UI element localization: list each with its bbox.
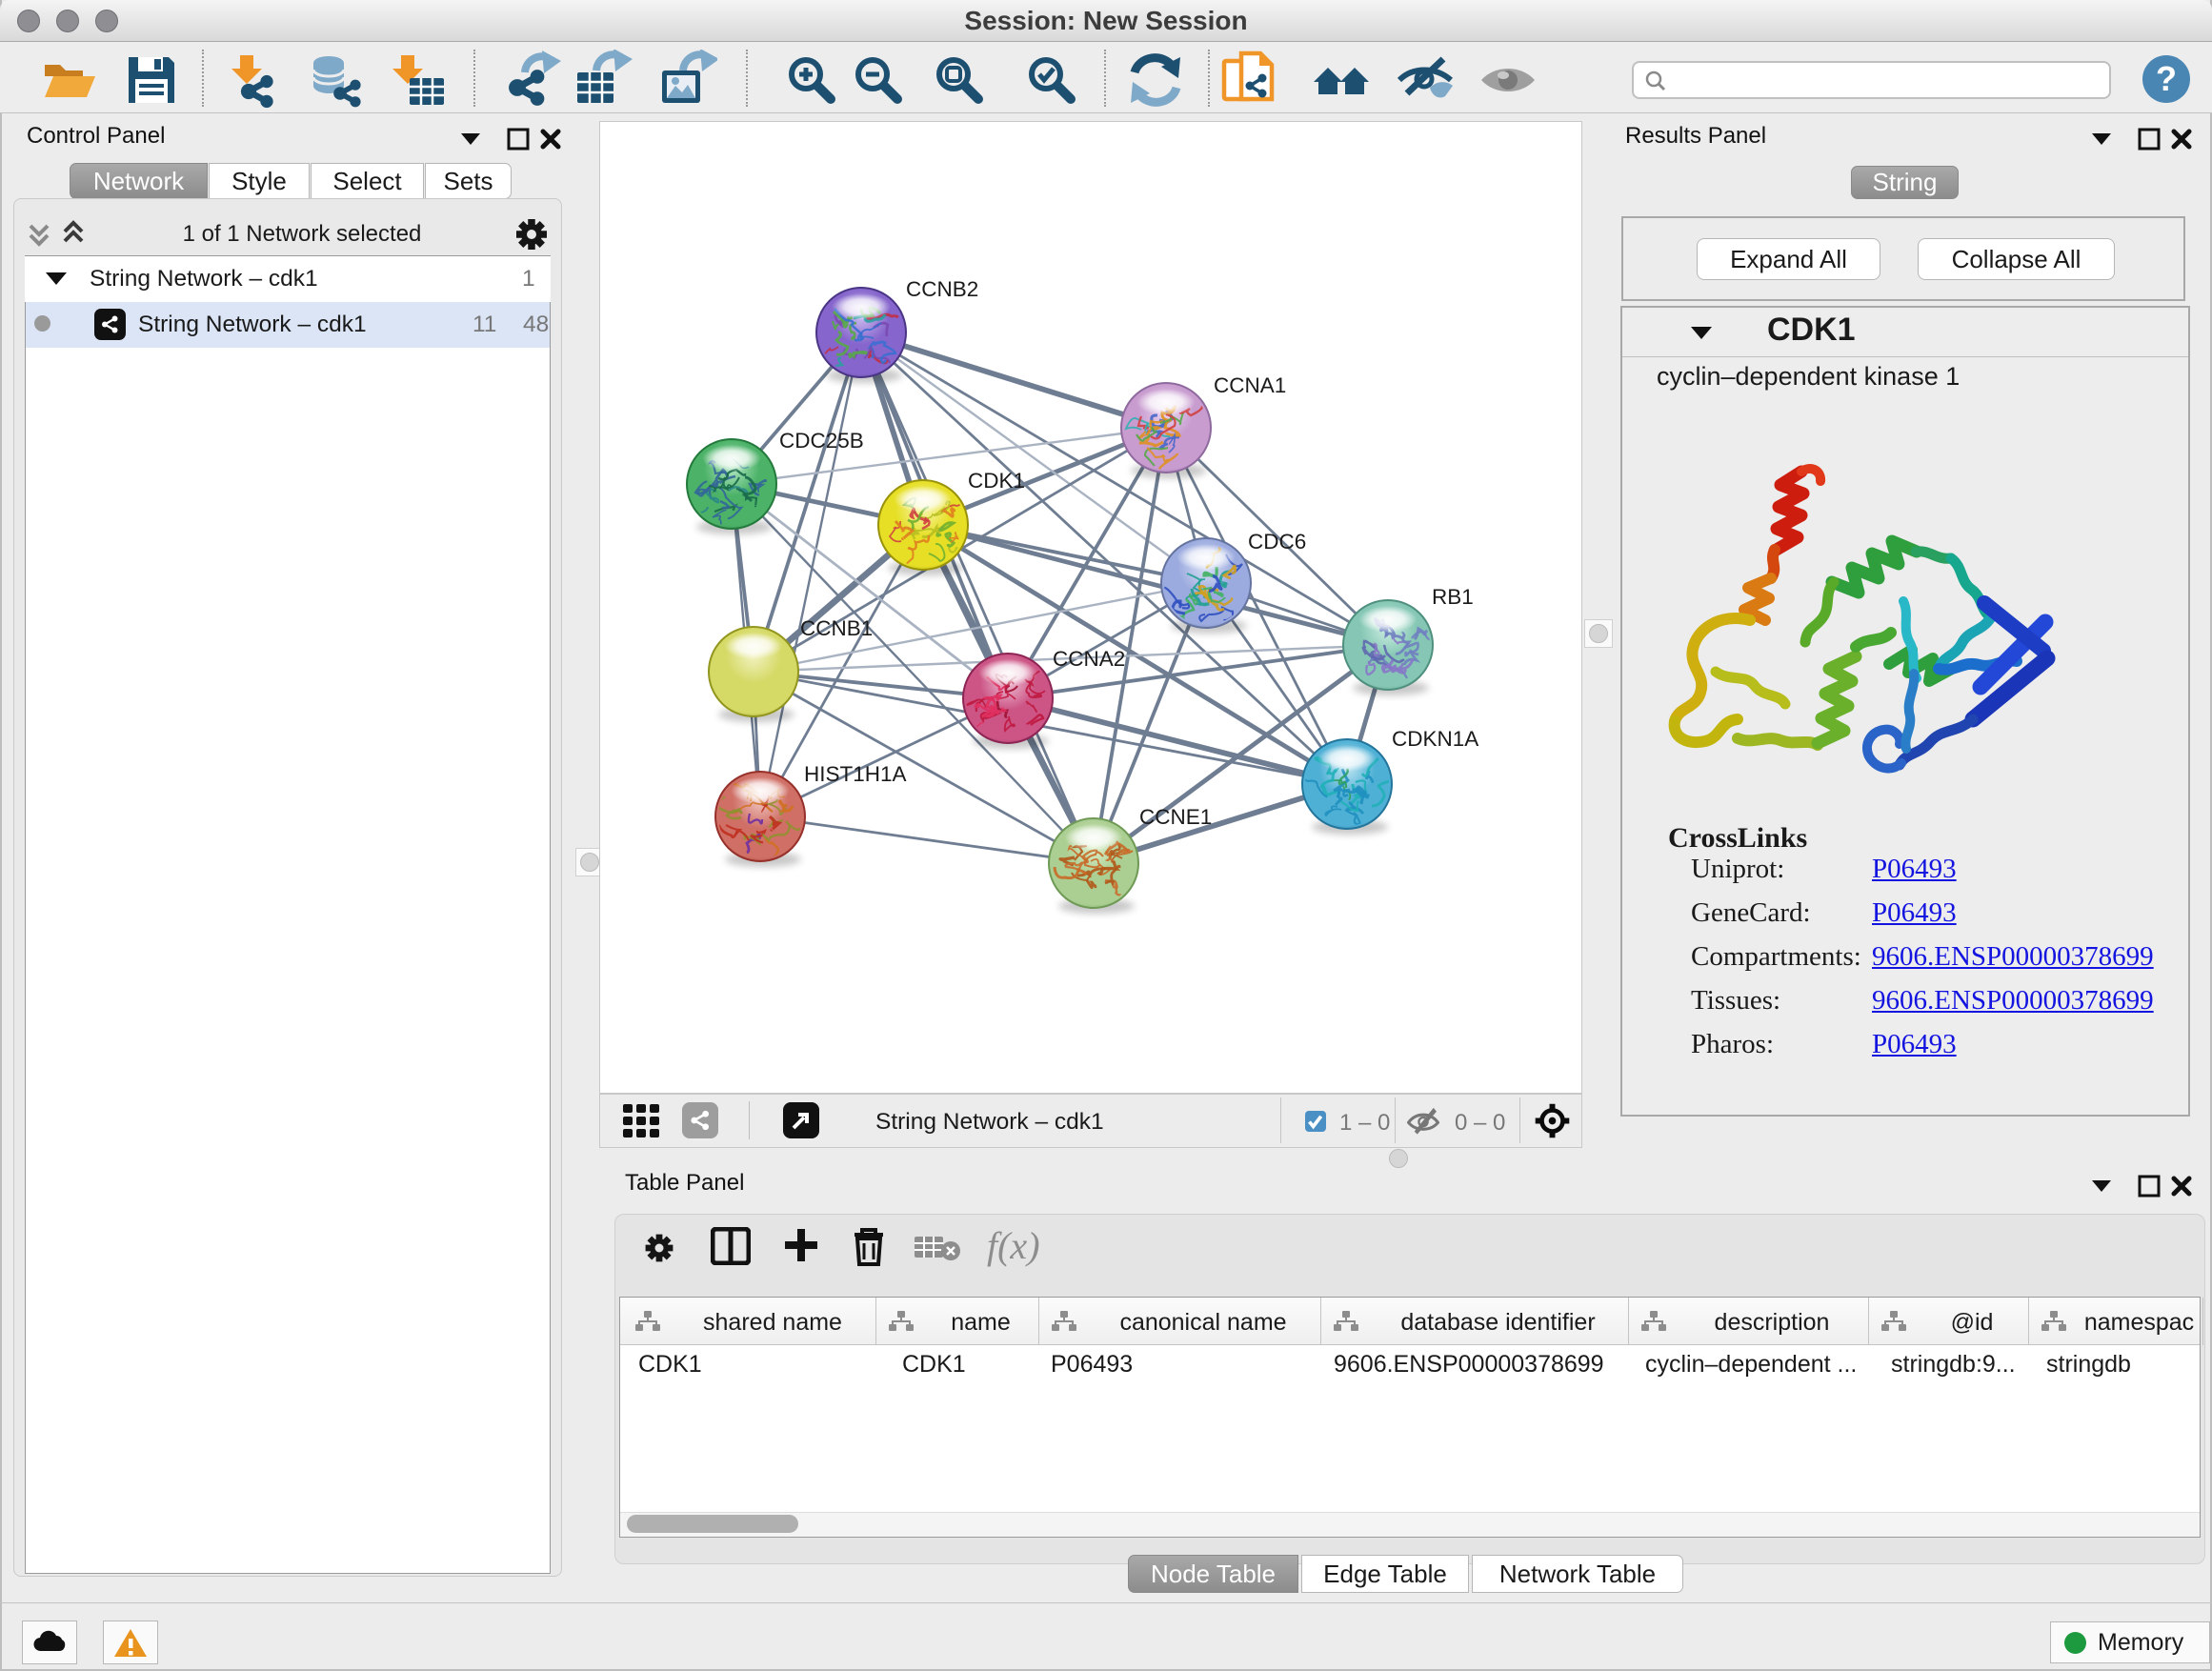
svg-text:CDK1: CDK1 xyxy=(968,469,1025,493)
svg-text:CDKN1A: CDKN1A xyxy=(1392,727,1478,751)
svg-text:CCNA2: CCNA2 xyxy=(1053,647,1125,671)
svg-text:CCNB2: CCNB2 xyxy=(906,277,978,301)
svg-text:CCNE1: CCNE1 xyxy=(1139,805,1212,829)
svg-text:CCNB1: CCNB1 xyxy=(800,616,873,640)
svg-text:HIST1H1A: HIST1H1A xyxy=(804,762,907,786)
svg-text:CDC25B: CDC25B xyxy=(779,429,864,453)
svg-text:CDC6: CDC6 xyxy=(1248,530,1306,554)
svg-text:RB1: RB1 xyxy=(1432,585,1474,609)
svg-text:CCNA1: CCNA1 xyxy=(1214,373,1286,397)
